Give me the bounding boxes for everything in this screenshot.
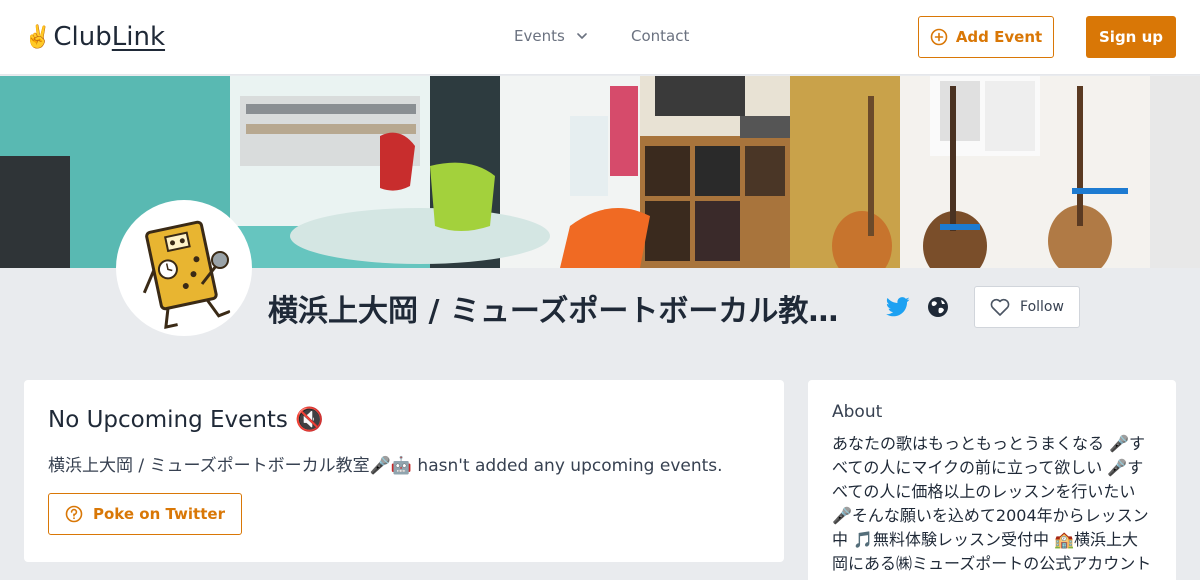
question-circle-icon bbox=[65, 505, 83, 523]
nav-contact-link[interactable]: Contact bbox=[631, 27, 689, 45]
chevron-down-icon bbox=[576, 33, 587, 39]
add-event-label: Add Event bbox=[955, 28, 1043, 46]
sign-up-button[interactable]: Sign up bbox=[1086, 16, 1176, 58]
follow-button[interactable]: Follow bbox=[974, 286, 1080, 328]
nav-events-label: Events bbox=[514, 27, 565, 45]
twitter-icon[interactable] bbox=[886, 296, 910, 318]
navbar: ✌️ Club Link Events Contact Add Event Si… bbox=[0, 0, 1200, 75]
poke-on-twitter-button[interactable]: Poke on Twitter bbox=[48, 493, 242, 535]
profile-avatar bbox=[116, 200, 252, 336]
globe-icon[interactable] bbox=[927, 296, 949, 318]
nav-events-dropdown[interactable]: Events bbox=[514, 27, 587, 45]
plus-circle-icon bbox=[930, 28, 948, 46]
upcoming-events-card: No Upcoming Events 🔇 横浜上大岡 / ミューズポートボーカル… bbox=[24, 380, 784, 562]
heart-icon bbox=[990, 298, 1010, 316]
poke-label: Poke on Twitter bbox=[93, 505, 225, 523]
logo-text-club: Club bbox=[53, 22, 112, 52]
clublink-logo[interactable]: ✌️ Club Link bbox=[24, 22, 165, 52]
events-description: 横浜上大岡 / ミューズポートボーカル教室🎤🤖 hasn't added any… bbox=[48, 456, 723, 476]
events-title: No Upcoming Events 🔇 bbox=[48, 407, 324, 433]
nav-contact-label: Contact bbox=[631, 27, 690, 45]
about-card: About あなたの歌はもっともっとうまくなる 🎤すべての人にマイクの前に立って… bbox=[808, 380, 1176, 580]
profile-name: 横浜上大岡 / ミューズポートボーカル教室🎤🤖 bbox=[268, 294, 840, 329]
mascot-avatar-image bbox=[120, 204, 248, 332]
add-event-button[interactable]: Add Event bbox=[918, 16, 1054, 58]
follow-label: Follow bbox=[1020, 299, 1064, 315]
logo-text-link: Link bbox=[111, 22, 166, 52]
sign-up-label: Sign up bbox=[1099, 28, 1163, 46]
about-title: About bbox=[832, 402, 883, 422]
about-text: あなたの歌はもっともっとうまくなる 🎤すべての人にマイクの前に立って欲しい 🎤す… bbox=[832, 434, 1152, 573]
victory-hand-icon: ✌️ bbox=[24, 24, 52, 50]
